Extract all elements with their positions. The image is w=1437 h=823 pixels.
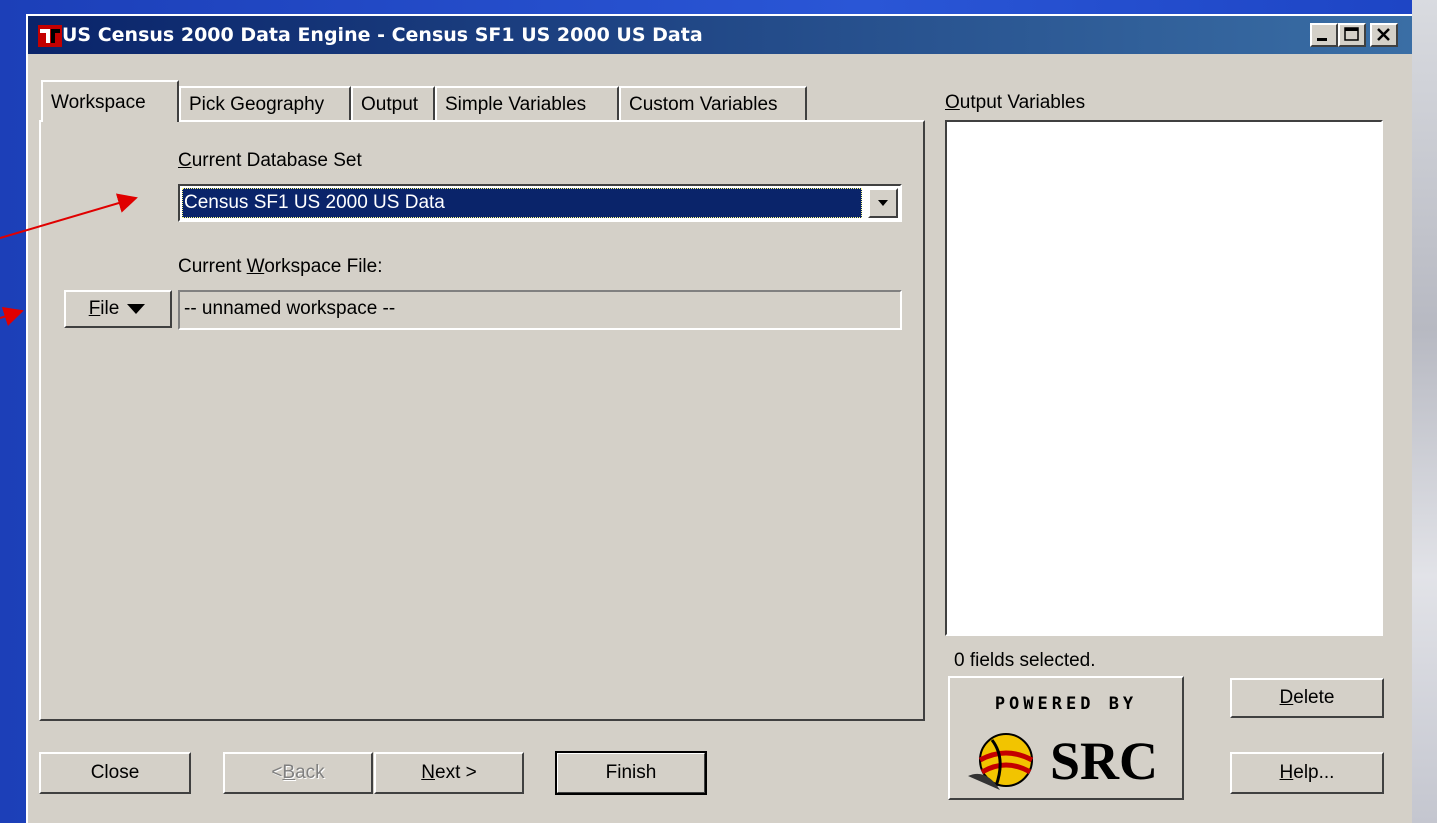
maximize-button[interactable] (1338, 23, 1366, 47)
powered-by-src-logo: POWERED BY SRC (948, 676, 1184, 800)
close-window-button[interactable] (1370, 23, 1398, 47)
minimize-button[interactable] (1310, 23, 1338, 47)
file-menu-button[interactable]: File (64, 290, 172, 328)
globe-icon (968, 733, 1034, 790)
src-brand-text: SRC (1050, 731, 1159, 791)
next-button[interactable]: Next > (374, 752, 524, 794)
close-icon (1377, 28, 1390, 41)
output-variables-label: Output Variables (945, 92, 1086, 113)
delete-button[interactable]: Delete (1230, 678, 1384, 718)
app-window: US Census 2000 Data Engine - Census SF1 … (26, 14, 1412, 823)
powered-by-text: POWERED BY (994, 694, 1138, 714)
fields-selected-status: 0 fields selected. (954, 650, 1096, 671)
tab-label: Pick Geography (189, 94, 325, 115)
annotation-arrow-file (0, 306, 24, 326)
dropdown-arrow-icon (127, 304, 146, 314)
tab-output[interactable]: Output (351, 86, 435, 122)
finish-button[interactable]: Finish (555, 751, 707, 795)
dropdown-button[interactable] (868, 188, 898, 218)
tab-pick-geography[interactable]: Pick Geography (179, 86, 351, 122)
chevron-down-icon (878, 200, 888, 206)
tab-custom-variables[interactable]: Custom Variables (619, 86, 807, 122)
tab-label: Output (361, 94, 419, 115)
maximize-icon (1344, 27, 1359, 41)
close-button[interactable]: Close (39, 752, 191, 794)
workspace-file-field: -- unnamed workspace -- (178, 290, 902, 330)
database-set-label: Current Database Set (178, 150, 362, 171)
app-logo-icon (38, 25, 62, 47)
window-title: US Census 2000 Data Engine - Census SF1 … (62, 24, 703, 46)
database-set-value: Census SF1 US 2000 US Data (182, 188, 862, 218)
tab-label: Workspace (51, 92, 146, 113)
workspace-file-label: Current Workspace File: (178, 256, 383, 277)
tab-simple-variables[interactable]: Simple Variables (435, 86, 619, 122)
database-set-dropdown[interactable]: Census SF1 US 2000 US Data (178, 184, 902, 222)
tab-label: Custom Variables (629, 94, 778, 115)
file-button-label: File (88, 298, 120, 319)
help-button[interactable]: Help... (1230, 752, 1384, 794)
tab-workspace[interactable]: Workspace (41, 80, 179, 122)
tab-label: Simple Variables (445, 94, 587, 115)
output-variables-list[interactable] (945, 120, 1383, 636)
back-button[interactable]: < Back (223, 752, 373, 794)
title-bar[interactable]: US Census 2000 Data Engine - Census SF1 … (28, 16, 1412, 54)
slide-background-edge (1412, 0, 1437, 823)
minimize-icon (1317, 38, 1327, 41)
